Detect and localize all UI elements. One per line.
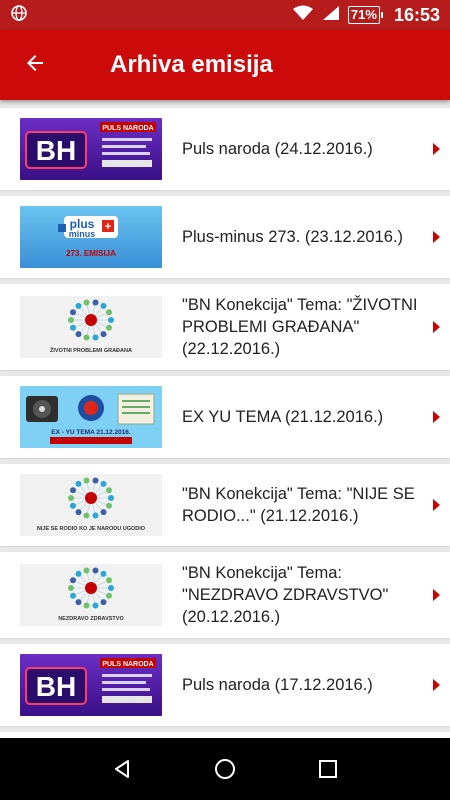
episode-title: "BN Konekcija" Tema: "NIJE SE RODIO..." … <box>182 485 415 525</box>
signal-icon <box>322 5 340 26</box>
svg-text:PULS NARODA: PULS NARODA <box>102 661 153 668</box>
svg-text:273. EMISIJA: 273. EMISIJA <box>66 249 116 258</box>
episode-thumbnail: BH PULS NARODA <box>20 654 162 716</box>
episode-title: Puls naroda (17.12.2016.) <box>182 676 373 694</box>
arrow-back-icon <box>23 51 47 80</box>
list-item[interactable]: BH PULS NARODA Puls naroda (24.12.2016.) <box>0 108 450 190</box>
episode-thumbnail: plus minus + 273. EMISIJA <box>20 206 162 268</box>
episode-title: "BN Konekcija" Tema: "ŽIVOTNI PROBLEMI G… <box>182 296 418 358</box>
svg-text:+: + <box>105 221 111 233</box>
chevron-right-icon <box>433 143 440 155</box>
nav-home-button[interactable] <box>205 749 245 789</box>
episode-title: Plus-minus 273. (23.12.2016.) <box>182 228 404 246</box>
chevron-right-icon <box>433 679 440 691</box>
list-item[interactable]: BH PULS NARODA Puls naroda (17.12.2016.) <box>0 644 450 726</box>
list-item[interactable]: plus minus + 273. EMISIJA Plus-minus 273… <box>0 196 450 278</box>
chevron-right-icon <box>433 411 440 423</box>
svg-text:PULS NARODA: PULS NARODA <box>102 125 153 132</box>
svg-text:BH: BH <box>36 135 76 166</box>
list-item[interactable]: NIJE SE RODIO KO JE NARODU UGODIO "BN Ko… <box>0 464 450 546</box>
episode-thumbnail: NEZDRAVO ZDRAVSTVO <box>20 564 162 626</box>
chevron-right-icon <box>433 499 440 511</box>
episode-thumbnail: BH PULS NARODA <box>20 118 162 180</box>
navigation-bar <box>0 738 450 800</box>
svg-text:minus: minus <box>69 229 96 239</box>
globe-icon <box>10 4 28 27</box>
nav-back-button[interactable] <box>102 749 142 789</box>
nav-recents-icon <box>319 760 338 778</box>
clock: 16:53 <box>393 4 440 25</box>
svg-text:ŽIVOTNI PROBLEMI GRAĐANA: ŽIVOTNI PROBLEMI GRAĐANA <box>50 346 132 354</box>
svg-text:NIJE SE RODIO KO JE NARODU UGO: NIJE SE RODIO KO JE NARODU UGODIO <box>37 526 146 532</box>
svg-text:BH: BH <box>36 671 76 702</box>
chevron-right-icon <box>433 589 440 601</box>
app-bar: Arhiva emisija <box>0 30 450 100</box>
svg-text:NEZDRAVO ZDRAVSTVO: NEZDRAVO ZDRAVSTVO <box>58 616 124 622</box>
wifi-icon <box>292 5 314 26</box>
episode-thumbnail: NIJE SE RODIO KO JE NARODU UGODIO <box>20 474 162 536</box>
archive-list: BH PULS NARODA Puls naroda (24.12.2016.)… <box>0 100 450 738</box>
nav-back-icon <box>114 760 129 778</box>
list-item[interactable]: ŽIVOTNI PROBLEMI GRAĐANA "BN Konekcija" … <box>0 284 450 370</box>
page-title: Arhiva emisija <box>110 51 273 78</box>
svg-text:EX - YU TEMA 21.12.2016.: EX - YU TEMA 21.12.2016. <box>51 429 131 436</box>
nav-home-icon <box>214 759 235 779</box>
battery-indicator: 71% <box>347 6 383 24</box>
chevron-right-icon <box>433 321 440 333</box>
status-bar: 71% 16:53 <box>0 0 450 30</box>
episode-title: Puls naroda (24.12.2016.) <box>182 140 373 158</box>
episode-thumbnail: EX - YU TEMA 21.12.2016. <box>20 386 162 448</box>
back-button[interactable] <box>0 30 70 100</box>
episode-title: EX YU TEMA (21.12.2016.) <box>182 408 384 426</box>
nav-recents-button[interactable] <box>308 749 348 789</box>
list-item[interactable]: NEZDRAVO ZDRAVSTVO "BN Konekcija" Tema: … <box>0 552 450 638</box>
episode-title: "BN Konekcija" Tema: "NEZDRAVO ZDRAVSTVO… <box>182 564 389 626</box>
chevron-right-icon <box>433 231 440 243</box>
archive-list-container[interactable]: BH PULS NARODA Puls naroda (24.12.2016.)… <box>0 100 450 738</box>
list-item[interactable]: EX - YU TEMA 21.12.2016. EX YU TEMA (21.… <box>0 376 450 458</box>
episode-thumbnail: ŽIVOTNI PROBLEMI GRAĐANA <box>20 296 162 358</box>
